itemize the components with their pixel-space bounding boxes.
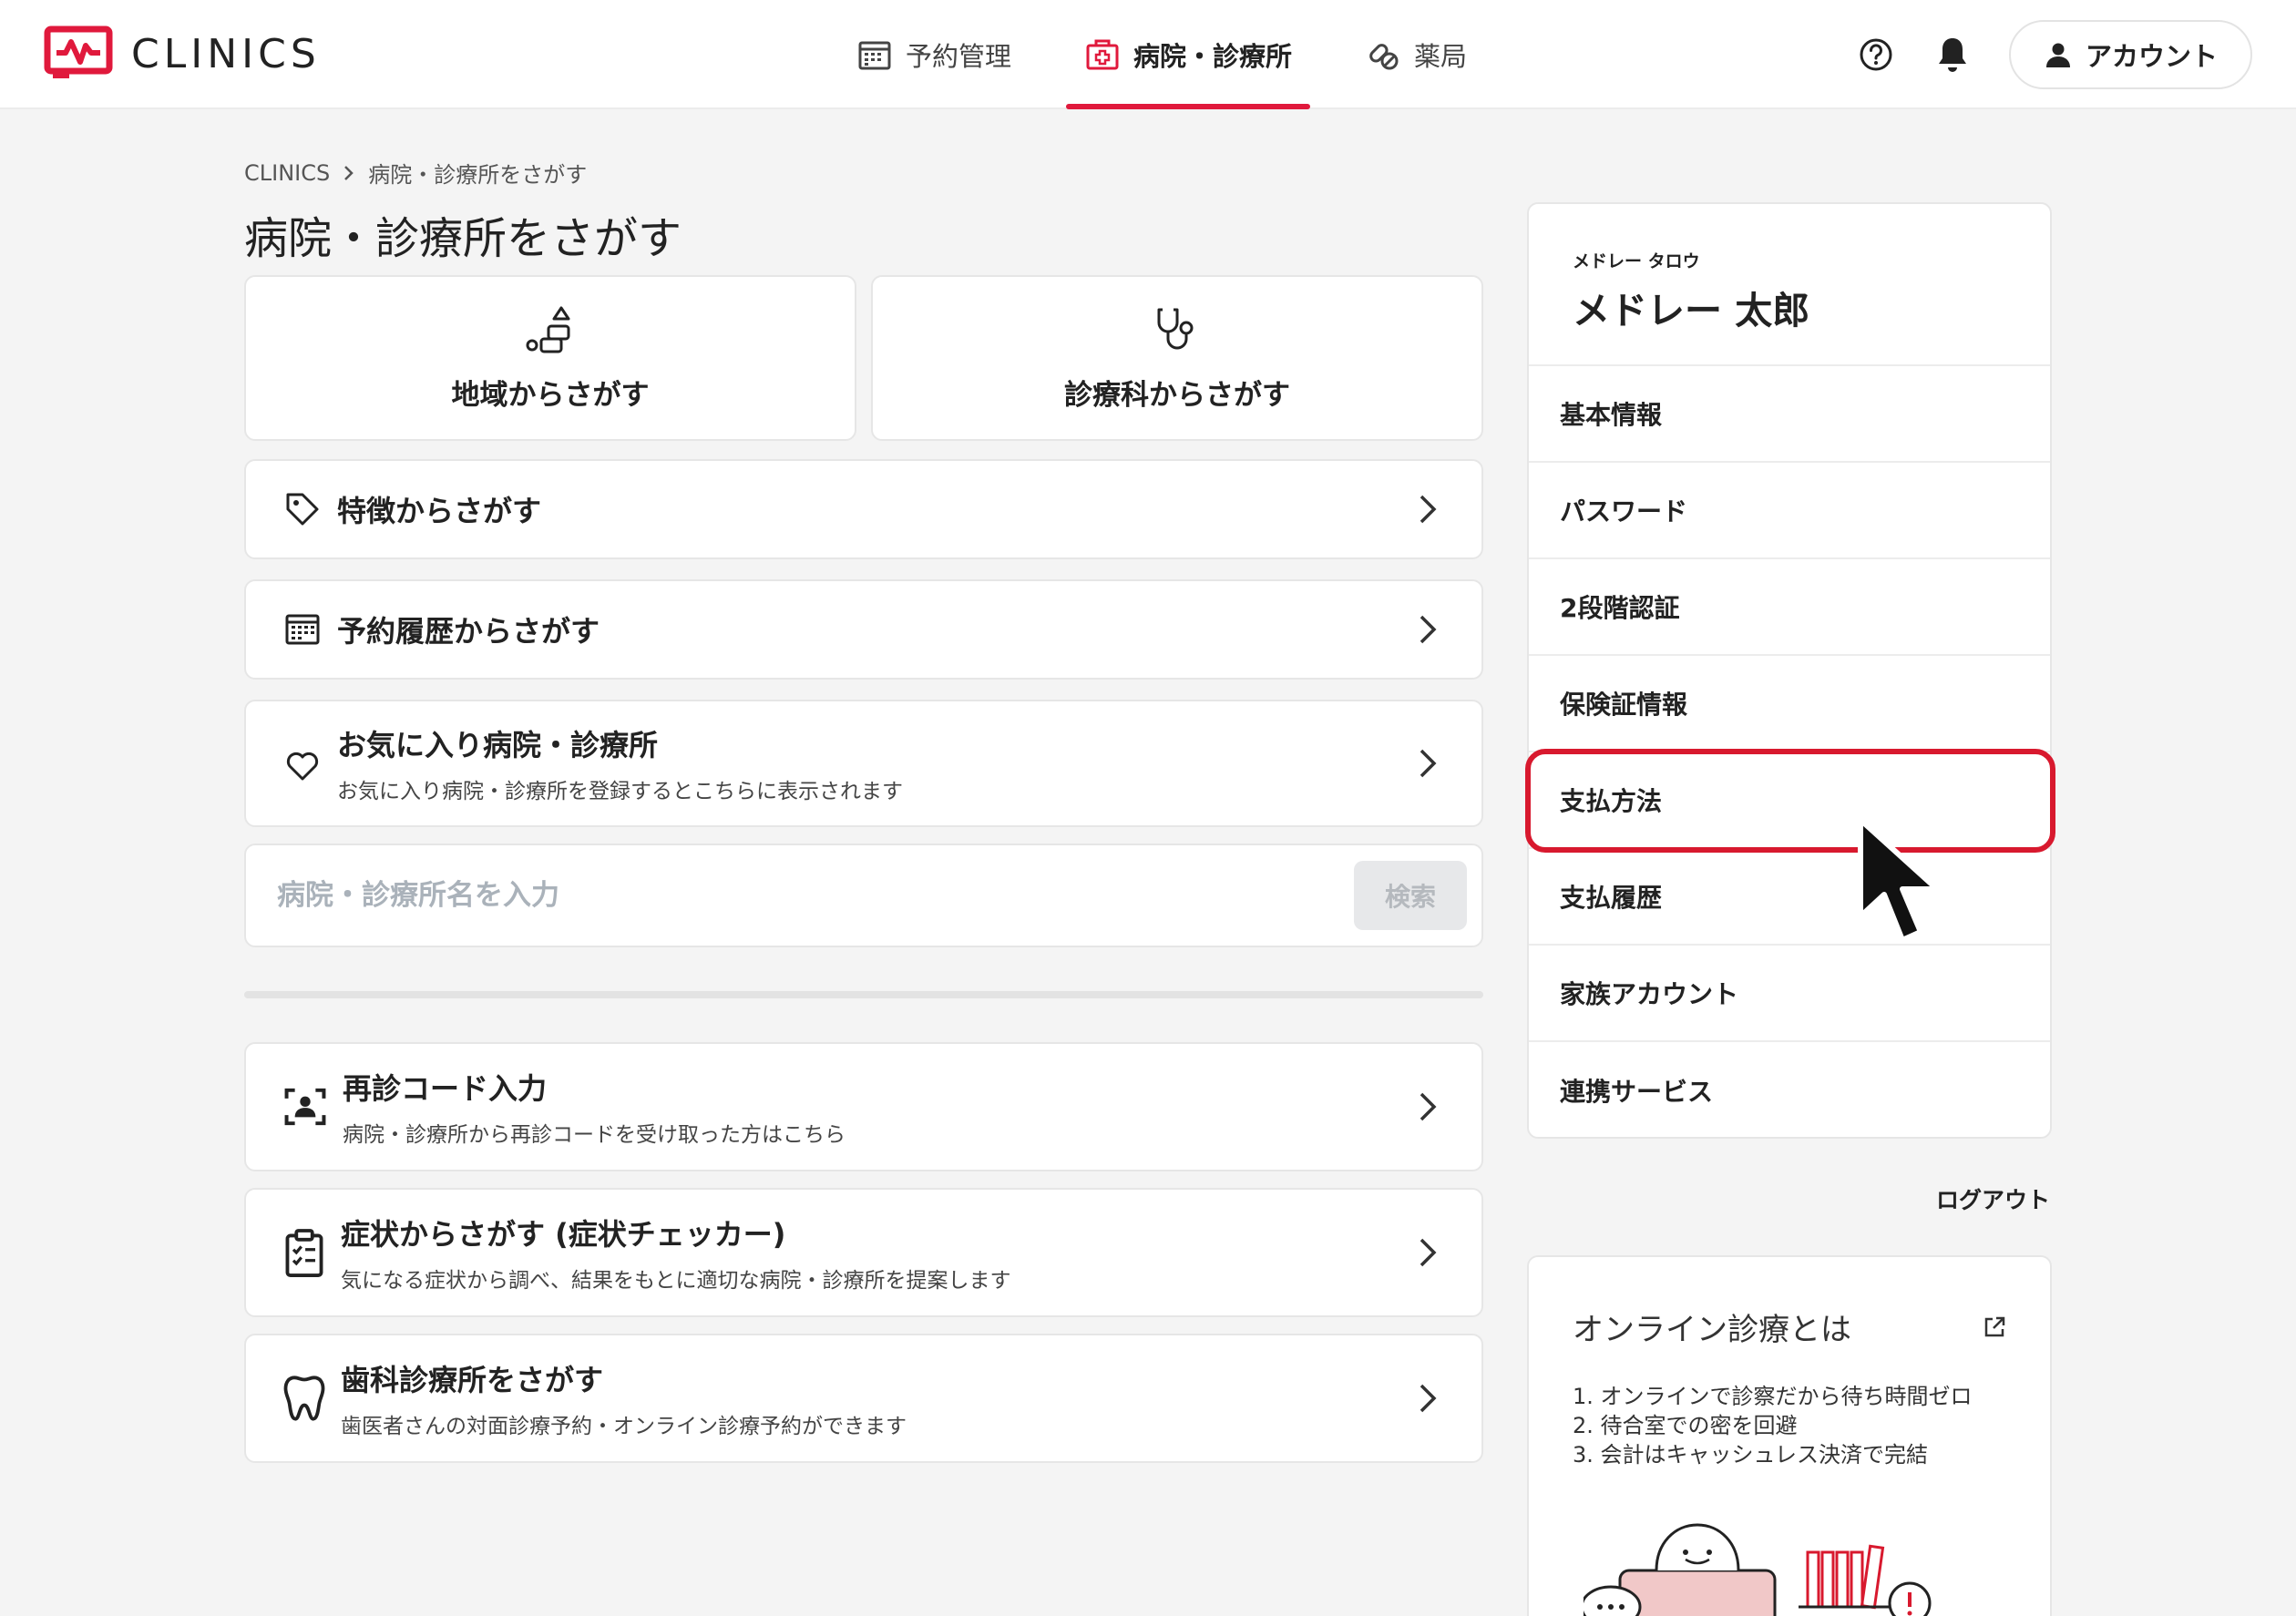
account-button[interactable]: アカウント xyxy=(2008,20,2252,89)
scan-person-icon xyxy=(284,1088,326,1126)
chevron-right-icon xyxy=(1420,495,1437,524)
bell-icon xyxy=(1938,38,1966,72)
calendar-icon xyxy=(285,614,320,645)
mouse-cursor-icon xyxy=(1858,817,1940,943)
pill-icon xyxy=(1369,44,1399,70)
tag-icon xyxy=(286,493,319,526)
clinics-logo-icon xyxy=(44,26,113,78)
info-points: 1. オンラインで診察だから待ち時間ゼロ 2. 待合室での密を回避 3. 会計は… xyxy=(1573,1382,2006,1469)
info-point: 3. 会計はキャッシュレス決済で完結 xyxy=(1573,1442,1929,1468)
revisit-code-row[interactable]: 再診コード入力 病院・診療所から再診コードを受け取った方はこちら xyxy=(244,1042,1483,1171)
row-subtitle: 病院・診療所から再診コードを受け取った方はこちら xyxy=(343,1123,846,1147)
page-title: 病院・診療所をさがす xyxy=(244,213,682,264)
dental-search-row[interactable]: 歯科診療所をさがす 歯医者さんの対面診療予約・オンライン診療予約ができます xyxy=(244,1334,1483,1463)
row-subtitle: 歯医者さんの対面診療予約・オンライン診療予約ができます xyxy=(341,1415,907,1438)
row-subtitle: お気に入り病院・診療所を登録するとこちらに表示されます xyxy=(337,780,903,803)
profile-header: メドレー タロウ メドレー 太郎 xyxy=(1529,204,2050,366)
nav-reservations[interactable]: 予約管理 xyxy=(838,0,1030,109)
row-subtitle: 気になる症状から調べ、結果をもとに適切な病院・診療所を提案します xyxy=(341,1269,1011,1293)
account-label: アカウント xyxy=(2085,41,2218,72)
clinics-logo[interactable]: CLINICS xyxy=(44,26,321,82)
external-link-icon xyxy=(1984,1316,2005,1336)
hospital-search-box: 検索 xyxy=(244,844,1483,947)
menu-linked-services[interactable]: 連携サービス xyxy=(1529,1042,2050,1137)
chevron-right-icon xyxy=(1420,749,1437,778)
chevron-right-icon xyxy=(1420,615,1437,644)
menu-password[interactable]: パスワード xyxy=(1529,463,2050,559)
stethoscope-icon xyxy=(1157,308,1194,349)
top-card-label: 地域からさがす xyxy=(451,378,650,412)
chevron-right-icon xyxy=(1420,1238,1437,1267)
help-icon xyxy=(1860,38,1892,71)
breadcrumb-current: 病院・診療所をさがす xyxy=(368,162,588,188)
consultation-illustration xyxy=(1584,1523,1932,1616)
row-title: 特徴からさがす xyxy=(337,494,542,528)
tooth-icon xyxy=(283,1376,325,1421)
info-title: オンライン診療とは xyxy=(1573,1312,1851,1348)
info-point: 2. 待合室での密を回避 xyxy=(1573,1413,1798,1438)
hospital-name-input[interactable] xyxy=(277,879,1354,912)
section-divider xyxy=(244,991,1483,998)
menu-payment-history[interactable]: 支払履歴 xyxy=(1529,849,2050,946)
breadcrumb: CLINICS 病院・診療所をさがす xyxy=(244,157,587,189)
heart-icon xyxy=(286,752,319,781)
info-point: 1. オンラインで診察だから待ち時間ゼロ xyxy=(1573,1384,1973,1409)
hospital-icon xyxy=(1086,39,1119,70)
main-nav: 予約管理 病院・診療所 薬局 xyxy=(838,0,1522,109)
top-header: CLINICS 予約管理 病院・診療所 薬局 アカウント xyxy=(0,0,2296,109)
favorites-row[interactable]: お気に入り病院・診療所 お気に入り病院・診療所を登録するとこちらに表示されます xyxy=(244,700,1483,827)
row-title: 症状からさがす (症状チェッカー) xyxy=(341,1217,786,1252)
nav-label: 薬局 xyxy=(1414,41,1468,72)
online-consultation-info[interactable]: オンライン診療とは 1. オンラインで診察だから待ち時間ゼロ 2. 待合室での密… xyxy=(1527,1255,2052,1616)
menu-basic-info[interactable]: 基本情報 xyxy=(1529,366,2050,463)
notifications-button[interactable] xyxy=(1932,35,1973,75)
chevron-right-icon xyxy=(1420,1092,1437,1121)
account-menu: メドレー タロウ メドレー 太郎 基本情報 パスワード 2段階認証 保険証情報 … xyxy=(1527,202,2052,1139)
nav-label: 病院・診療所 xyxy=(1133,41,1293,72)
search-button[interactable]: 検索 xyxy=(1354,861,1467,930)
top-card-label: 診療科からさがす xyxy=(1064,378,1290,412)
nav-label: 予約管理 xyxy=(906,41,1012,72)
menu-two-factor[interactable]: 2段階認証 xyxy=(1529,559,2050,656)
search-by-region-card[interactable]: 地域からさがす xyxy=(244,275,856,441)
row-title: 歯科診療所をさがす xyxy=(341,1363,604,1397)
chevron-right-icon xyxy=(344,165,354,180)
help-button[interactable] xyxy=(1856,35,1896,75)
breadcrumb-home[interactable]: CLINICS xyxy=(244,160,330,186)
user-name: メドレー 太郎 xyxy=(1573,289,1810,332)
nav-pharmacy[interactable]: 薬局 xyxy=(1347,0,1485,109)
clipboard-check-icon xyxy=(285,1229,323,1277)
search-by-feature-row[interactable]: 特徴からさがす xyxy=(244,459,1483,559)
region-icon xyxy=(526,306,570,353)
brand-name: CLINICS xyxy=(131,30,321,77)
menu-insurance[interactable]: 保険証情報 xyxy=(1529,656,2050,752)
nav-hospitals[interactable]: 病院・診療所 xyxy=(1066,0,1311,109)
user-icon xyxy=(2045,43,2070,67)
user-name-kana: メドレー タロウ xyxy=(1573,251,1700,271)
payment-method-highlight xyxy=(1525,749,2055,853)
logout-link[interactable]: ログアウト xyxy=(1936,1182,2050,1215)
chevron-right-icon xyxy=(1420,1384,1437,1413)
row-title: 予約履歴からさがす xyxy=(337,614,600,649)
menu-family-account[interactable]: 家族アカウント xyxy=(1529,946,2050,1042)
row-title: 再診コード入力 xyxy=(343,1071,548,1106)
row-title: お気に入り病院・診療所 xyxy=(337,728,659,762)
header-actions: アカウント xyxy=(1856,20,2252,89)
search-by-history-row[interactable]: 予約履歴からさがす xyxy=(244,579,1483,680)
search-by-department-card[interactable]: 診療科からさがす xyxy=(871,275,1483,441)
symptom-checker-row[interactable]: 症状からさがす (症状チェッカー) 気になる症状から調べ、結果をもとに適切な病院… xyxy=(244,1188,1483,1317)
calendar-icon xyxy=(858,41,891,70)
